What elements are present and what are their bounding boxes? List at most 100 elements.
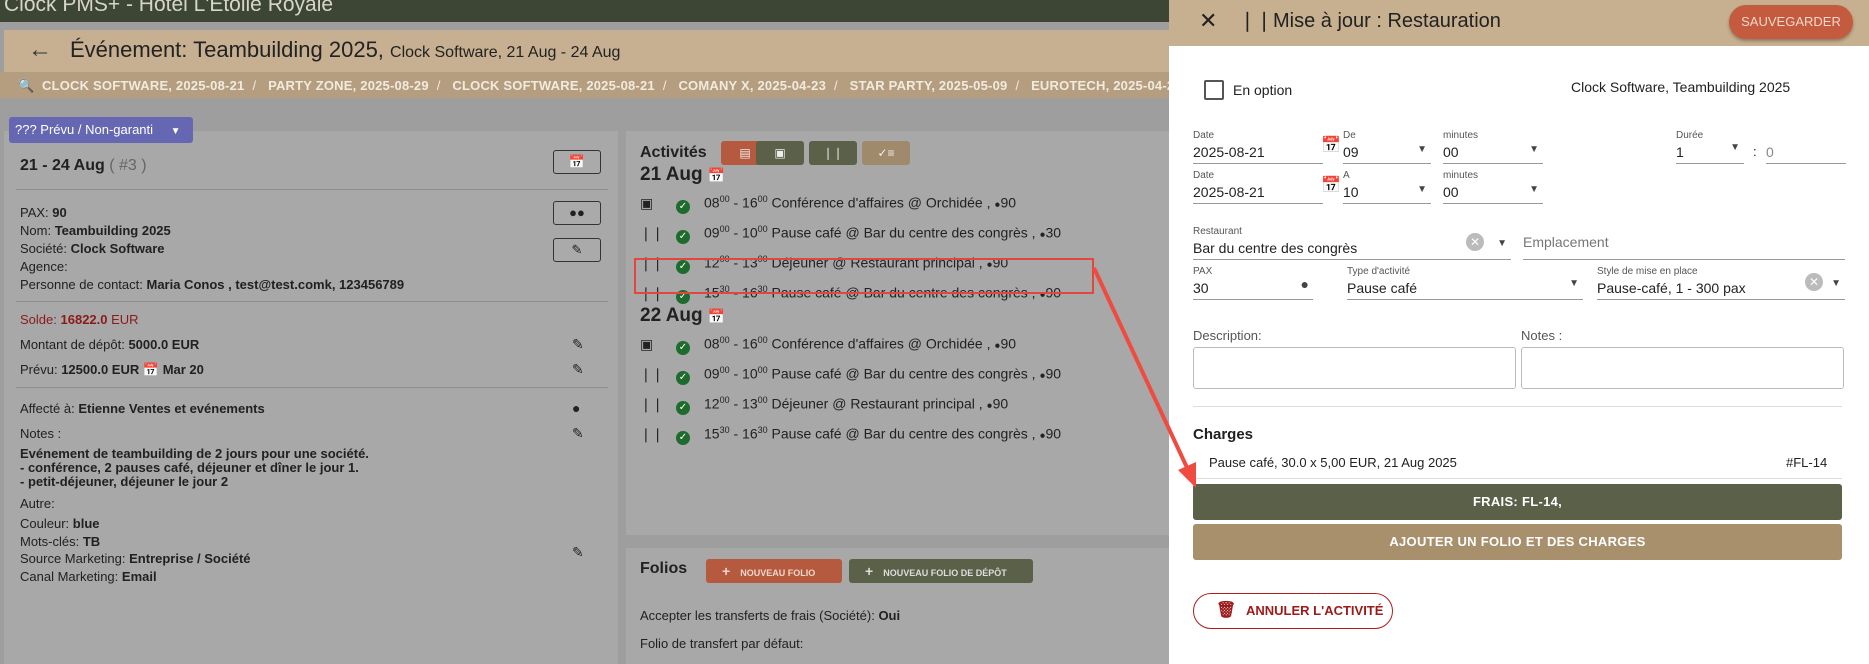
breadcrumb-item[interactable]: EUROTECH, 2025-04-25 bbox=[1031, 78, 1169, 93]
description-textarea[interactable] bbox=[1193, 347, 1516, 389]
activity-item[interactable]: ▣ ✓ 0800 - 1600 Conférence d'affaires @ Or… bbox=[640, 194, 1016, 218]
fork-icon: ❘❘ bbox=[640, 365, 664, 382]
activity-item[interactable]: ❘❘ ✓ 1530 - 1630 Pause café @ Bar du centr… bbox=[640, 425, 1061, 449]
chevron-down-icon: ▼ bbox=[1417, 184, 1427, 195]
chevron-down-icon: ▼ bbox=[1730, 142, 1740, 153]
clear-restaurant-icon[interactable]: ✕ bbox=[1466, 233, 1484, 251]
default-transfer-label: Folio de transfert par défaut: bbox=[640, 636, 804, 651]
activity-start-min: 00 bbox=[719, 335, 730, 345]
search-icon[interactable]: 🔍 bbox=[18, 78, 34, 93]
check-circle-icon: ✓ bbox=[676, 199, 690, 214]
calendar-icon: 📅 bbox=[568, 154, 586, 169]
status-dropdown[interactable]: ??? Prévu / Non-garanti ▼ bbox=[9, 117, 193, 143]
color-row: Couleur: blue bbox=[20, 516, 100, 531]
chevron-down-icon: ▼ bbox=[1417, 144, 1427, 155]
calendar-icon[interactable]: 📅 bbox=[1321, 135, 1341, 155]
add-checklist-activity-button[interactable]: ✓≡ bbox=[862, 141, 910, 165]
duration-hours-value: 1 bbox=[1676, 144, 1684, 160]
event-dates: 21 - 24 Aug ( #3 ) bbox=[20, 157, 147, 175]
guests-button[interactable]: ●● bbox=[553, 201, 601, 225]
divider bbox=[16, 387, 608, 388]
activity-item[interactable]: ▣ ✓ 0800 - 1600 Conférence d'affaires @ Or… bbox=[640, 335, 1016, 359]
activity-end-hour: 10 bbox=[742, 365, 758, 382]
activity-pax: 90 bbox=[1000, 335, 1017, 352]
person-icon[interactable]: ● bbox=[572, 400, 580, 416]
activity-type-select[interactable]: Type d'activité Pause café ▼ bbox=[1347, 266, 1583, 300]
option-checkbox[interactable] bbox=[1204, 80, 1224, 100]
edit-event-button[interactable]: ✎ bbox=[553, 238, 601, 262]
duration-minutes-field[interactable]: 0 bbox=[1766, 130, 1846, 164]
pax-field[interactable]: PAX 30 ● bbox=[1193, 266, 1313, 300]
start-date-field[interactable]: Date 2025-08-21 bbox=[1193, 130, 1323, 164]
breadcrumb-item[interactable]: STAR PARTY, 2025-05-09 bbox=[850, 78, 1008, 93]
setup-style-value: Pause-café, 1 - 300 pax bbox=[1597, 280, 1746, 296]
name-row: Nom: Teambuilding 2025 bbox=[20, 223, 171, 238]
clear-style-icon[interactable]: ✕ bbox=[1805, 273, 1823, 291]
calendar-icon: 📅 bbox=[707, 308, 726, 324]
edit-planned-pencil-icon[interactable]: ✎ bbox=[572, 361, 584, 378]
fees-button[interactable]: FRAIS: FL-14, bbox=[1193, 484, 1842, 520]
edit-other-pencil-icon[interactable]: ✎ bbox=[572, 544, 584, 561]
end-minutes-select[interactable]: minutes 00 ▼ bbox=[1443, 170, 1543, 204]
folios-card: Folios + NOUVEAU FOLIO + NOUVEAU FOLIO D… bbox=[626, 548, 1169, 664]
end-date-field[interactable]: Date 2025-08-21 bbox=[1193, 170, 1323, 204]
plus-icon: + bbox=[722, 563, 731, 579]
notes-textarea[interactable] bbox=[1521, 347, 1844, 389]
breadcrumb-item[interactable]: PARTY ZONE, 2025-08-29 bbox=[268, 78, 429, 93]
activity-item[interactable]: ❘❘ ✓ 0900 - 1000 Pause café @ Bar du centr… bbox=[640, 224, 1061, 248]
restaurant-value: Bar du centre des congrès bbox=[1193, 240, 1358, 256]
day-label: 21 Aug bbox=[640, 164, 703, 185]
start-hour-select[interactable]: De 09 ▼ bbox=[1343, 130, 1431, 164]
activity-item[interactable]: ❘❘ ✓ 1200 - 1300 Déjeuner @ Restaurant pri… bbox=[640, 395, 1008, 419]
charges-title: Charges bbox=[1193, 426, 1254, 443]
divider bbox=[16, 301, 608, 302]
chevron-down-icon: ▼ bbox=[1529, 184, 1539, 195]
option-label: En option bbox=[1233, 82, 1293, 98]
notes-line: - conférence, 2 pauses café, déjeuner et… bbox=[20, 460, 359, 475]
add-meeting-activity-button[interactable]: ▣ bbox=[756, 141, 804, 165]
check-circle-icon: ✓ bbox=[676, 229, 690, 244]
duration-hours-select[interactable]: Durée 1 ▼ bbox=[1676, 130, 1744, 164]
save-button[interactable]: SAUVEGARDER bbox=[1729, 5, 1853, 39]
chevron-down-icon: ▼ bbox=[170, 126, 181, 137]
activities-title: Activités bbox=[640, 144, 707, 161]
activity-pax: 90 bbox=[1045, 425, 1062, 442]
fork-icon: ❘❘ bbox=[640, 395, 664, 412]
activity-end-min: 00 bbox=[757, 224, 768, 234]
calendar-button[interactable]: 📅 bbox=[553, 150, 601, 174]
breadcrumb-item[interactable]: CLOCK SOFTWARE, 2025-08-21 bbox=[42, 78, 244, 93]
new-folio-button[interactable]: + NOUVEAU FOLIO bbox=[706, 559, 842, 583]
location-field[interactable]: Emplacement bbox=[1523, 226, 1845, 260]
activity-start-hour: 09 bbox=[704, 224, 720, 241]
end-hour-select[interactable]: A 10 ▼ bbox=[1343, 170, 1431, 204]
restaurant-select[interactable]: Restaurant Bar du centre des congrès ▼ bbox=[1193, 226, 1511, 260]
cancel-activity-button[interactable]: 🗑 ANNULER L'ACTIVITÉ bbox=[1193, 593, 1393, 629]
add-folio-charges-button[interactable]: AJOUTER UN FOLIO ET DES CHARGES bbox=[1193, 524, 1842, 560]
add-restaurant-activity-button[interactable]: ❘❘ bbox=[809, 141, 857, 165]
breadcrumb: 🔍 CLOCK SOFTWARE, 2025-08-21/ PARTY ZONE… bbox=[0, 72, 1169, 98]
chevron-down-icon: ▼ bbox=[1569, 278, 1579, 289]
calendar-icon[interactable]: 📅 bbox=[1321, 175, 1341, 195]
new-deposit-folio-button[interactable]: + NOUVEAU FOLIO DE DÉPÔT bbox=[849, 559, 1033, 583]
app-title: Clock PMS+ - Hotel L'Etoile Royale bbox=[4, 0, 334, 16]
edit-notes-pencil-icon[interactable]: ✎ bbox=[572, 425, 584, 442]
company-value: Clock Software bbox=[70, 241, 165, 256]
activity-end-hour: 16 bbox=[742, 425, 758, 442]
activity-text: Conférence d'affaires @ Orchidée , bbox=[771, 194, 991, 211]
close-icon[interactable]: ✕ bbox=[1199, 8, 1217, 34]
breadcrumb-item[interactable]: COMANY X, 2025-04-23 bbox=[678, 78, 826, 93]
charge-line: Pause café, 30.0 x 5,00 EUR, 21 Aug 2025 bbox=[1209, 455, 1457, 470]
edit-deposit-pencil-icon[interactable]: ✎ bbox=[572, 336, 584, 353]
activity-item[interactable]: ❘❘ ✓ 0900 - 1000 Pause café @ Bar du centr… bbox=[640, 365, 1061, 389]
start-hour-value: 09 bbox=[1343, 144, 1359, 160]
selected-activity-highlight bbox=[634, 258, 1094, 294]
fork-icon: ❘❘ bbox=[640, 425, 664, 442]
assigned-label: Affecté à: bbox=[20, 401, 75, 416]
chevron-down-icon: ▼ bbox=[1831, 278, 1841, 289]
start-minutes-select[interactable]: minutes 00 ▼ bbox=[1443, 130, 1543, 164]
notes-line: - petit-déjeuner, déjeuner le jour 2 bbox=[20, 474, 229, 489]
breadcrumb-item[interactable]: CLOCK SOFTWARE, 2025-08-21 bbox=[452, 78, 654, 93]
back-arrow-icon[interactable]: ← bbox=[28, 36, 52, 64]
color-value: blue bbox=[72, 516, 100, 531]
contact-label: Personne de contact: bbox=[20, 277, 143, 292]
